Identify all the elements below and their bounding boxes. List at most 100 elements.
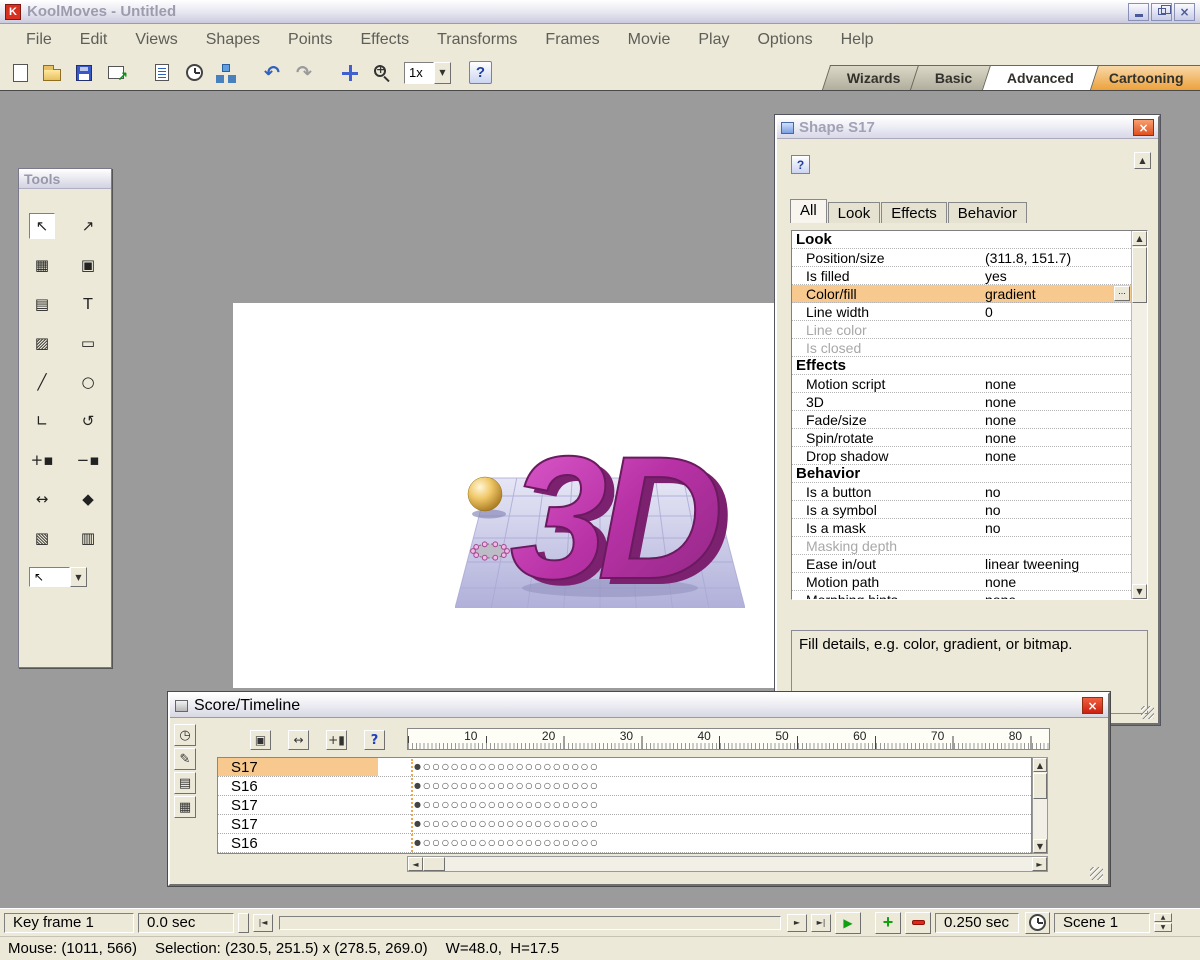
pan-button[interactable] <box>336 60 364 86</box>
property-scrollbar[interactable]: ▲ ▼ <box>1131 231 1147 599</box>
timeline-row-s17[interactable]: S17 ●○○○○○○○○○○○○○○○○○○○ <box>218 815 1031 834</box>
menu-item-views[interactable]: Views <box>121 27 191 53</box>
timeline-horizontal-scrollbar[interactable]: ◄ ► <box>407 856 1048 872</box>
frame-slider-knob[interactable] <box>238 912 249 933</box>
menu-item-play[interactable]: Play <box>684 27 743 53</box>
frame-timing-button[interactable] <box>1025 911 1050 934</box>
timeline-hscroll-thumb[interactable] <box>423 857 445 871</box>
property-fade-size[interactable]: Fade/size none <box>792 411 1131 429</box>
property-ease-in-out[interactable]: Ease in/out linear tweening <box>792 555 1131 573</box>
ellipse-tool[interactable]: ○ <box>75 369 101 395</box>
grid-button[interactable]: ▦ <box>174 796 196 818</box>
symbol-library-button[interactable] <box>212 60 240 86</box>
fill-tool[interactable]: ▨ <box>29 330 55 356</box>
select-points-tool[interactable]: ▧ <box>29 525 55 551</box>
scroll-down-button[interactable]: ▼ <box>1132 584 1147 599</box>
property-position-size[interactable]: Position/size (311.8, 151.7) <box>792 249 1131 267</box>
curve-tool[interactable]: ↺ <box>75 408 101 434</box>
mode-tab-wizards[interactable]: Wizards <box>821 65 926 90</box>
timeline-scroll-up-button[interactable]: ▲ <box>1033 758 1047 772</box>
add-frame-button[interactable]: + <box>875 911 901 934</box>
frame-tool[interactable]: ▤ <box>29 291 55 317</box>
polyline-tool[interactable]: ∟ <box>29 408 55 434</box>
new-file-button[interactable] <box>6 60 34 86</box>
timing-button[interactable]: ◷ <box>174 724 196 746</box>
dialog-tab-all[interactable]: All <box>790 199 827 223</box>
insert-frame-button[interactable]: ▣ <box>250 730 271 750</box>
timeline-row-s17[interactable]: S17 ●○○○○○○○○○○○○○○○○○○○ <box>218 758 1031 777</box>
ellipsis-button[interactable]: ... <box>1114 286 1130 301</box>
timing-button[interactable] <box>180 60 208 86</box>
scroll-thumb[interactable] <box>1132 247 1147 303</box>
effects-wand-button[interactable]: ✎ <box>174 748 196 770</box>
tools-dropdown[interactable]: ↖ ▼ <box>29 567 87 587</box>
menu-item-options[interactable]: Options <box>743 27 826 53</box>
menu-item-edit[interactable]: Edit <box>66 27 122 53</box>
span-frames-button[interactable]: ↔ <box>288 730 309 750</box>
timeline-scroll-left-button[interactable]: ◄ <box>408 857 423 871</box>
zoom-combo[interactable]: 1x ▼ <box>404 61 451 84</box>
reshape-tool[interactable]: ↗ <box>75 213 101 239</box>
current-frame-marker[interactable] <box>411 759 413 852</box>
artwork-3d-text[interactable]: 3D <box>509 438 730 608</box>
first-frame-button[interactable]: |◄ <box>253 913 273 932</box>
transform-tool[interactable]: ▣ <box>75 252 101 278</box>
timeline-row-s17[interactable]: S17 ●○○○○○○○○○○○○○○○○○○○ <box>218 796 1031 815</box>
dialog-tab-effects[interactable]: Effects <box>881 202 947 223</box>
frame-slider-track[interactable] <box>279 915 781 930</box>
delete-point-tool[interactable]: −▪ <box>75 447 101 473</box>
shape-dialog-close-button[interactable]: × <box>1133 119 1154 136</box>
help-button[interactable]: ? <box>364 730 385 750</box>
export-movie-button[interactable] <box>102 60 130 86</box>
canvas-area[interactable]: 3D 3D Tools ↖ ↗ ▦ ▣ ▤ T ▨ ▭ ╱ ○ ∟ ↺ +▪ −… <box>0 91 1200 908</box>
scene-down-button[interactable]: ▼ <box>1154 923 1172 932</box>
layers-button[interactable]: ▤ <box>174 772 196 794</box>
restore-button[interactable] <box>1151 2 1172 21</box>
dialog-tab-behavior[interactable]: Behavior <box>947 202 1027 223</box>
tools-dropdown-arrow[interactable]: ▼ <box>70 567 87 587</box>
timeline-close-button[interactable]: × <box>1082 697 1103 714</box>
scroll-up-button[interactable]: ▲ <box>1132 231 1147 246</box>
timeline-ruler[interactable]: 10 20 30 40 50 60 70 80 <box>407 728 1050 750</box>
property-is-a-button[interactable]: Is a button no <box>792 483 1131 501</box>
dialog-tab-look[interactable]: Look <box>827 202 881 223</box>
menu-item-effects[interactable]: Effects <box>346 27 423 53</box>
property-is-closed[interactable]: Is closed <box>792 339 1131 357</box>
undo-button[interactable]: ↶ <box>258 60 286 86</box>
shape-dialog-help-button[interactable]: ? <box>791 155 810 174</box>
property-3d[interactable]: 3D none <box>792 393 1131 411</box>
next-frame-button[interactable]: ► <box>787 913 807 932</box>
timeline-title-bar[interactable]: Score/Timeline × <box>170 694 1108 718</box>
play-button[interactable]: ▶ <box>835 911 861 934</box>
artwork-sphere[interactable] <box>467 476 503 512</box>
callout-tool[interactable]: ▭ <box>75 330 101 356</box>
property-masking-depth[interactable]: Masking depth <box>792 537 1131 555</box>
mode-tab-cartooning[interactable]: Cartooning <box>1084 65 1200 90</box>
timeline-vscroll-thumb[interactable] <box>1033 773 1047 799</box>
timeline-row-s16[interactable]: S16 ●○○○○○○○○○○○○○○○○○○○ <box>218 834 1031 853</box>
close-button[interactable]: × <box>1174 2 1195 21</box>
frame-report-button[interactable] <box>148 60 176 86</box>
property-is-a-mask[interactable]: Is a mask no <box>792 519 1131 537</box>
text-tool[interactable]: T <box>75 291 101 317</box>
timeline-row-s16[interactable]: S16 ●○○○○○○○○○○○○○○○○○○○ <box>218 777 1031 796</box>
select-tool[interactable]: ↖ <box>29 213 55 239</box>
timeline-hscroll-track[interactable] <box>445 857 1032 871</box>
mode-tab-advanced[interactable]: Advanced <box>982 65 1100 90</box>
property-is-filled[interactable]: Is filled yes <box>792 267 1131 285</box>
property-motion-path[interactable]: Motion path none <box>792 573 1131 591</box>
property-motion-script[interactable]: Motion script none <box>792 375 1131 393</box>
menu-item-file[interactable]: File <box>12 27 66 53</box>
artwork-selected-shape[interactable] <box>470 541 510 561</box>
document-page[interactable]: 3D 3D <box>233 303 791 688</box>
property-spin-rotate[interactable]: Spin/rotate none <box>792 429 1131 447</box>
add-point-tool[interactable]: +▪ <box>29 447 55 473</box>
menu-item-shapes[interactable]: Shapes <box>192 27 274 53</box>
artwork-3d[interactable]: 3D 3D <box>455 438 745 608</box>
save-file-button[interactable] <box>70 60 98 86</box>
stretch-tool[interactable]: ↔ <box>29 486 55 512</box>
redo-button[interactable]: ↷ <box>290 60 318 86</box>
menu-item-points[interactable]: Points <box>274 27 346 53</box>
stack-tool[interactable]: ▥ <box>75 525 101 551</box>
property-is-a-symbol[interactable]: Is a symbol no <box>792 501 1131 519</box>
